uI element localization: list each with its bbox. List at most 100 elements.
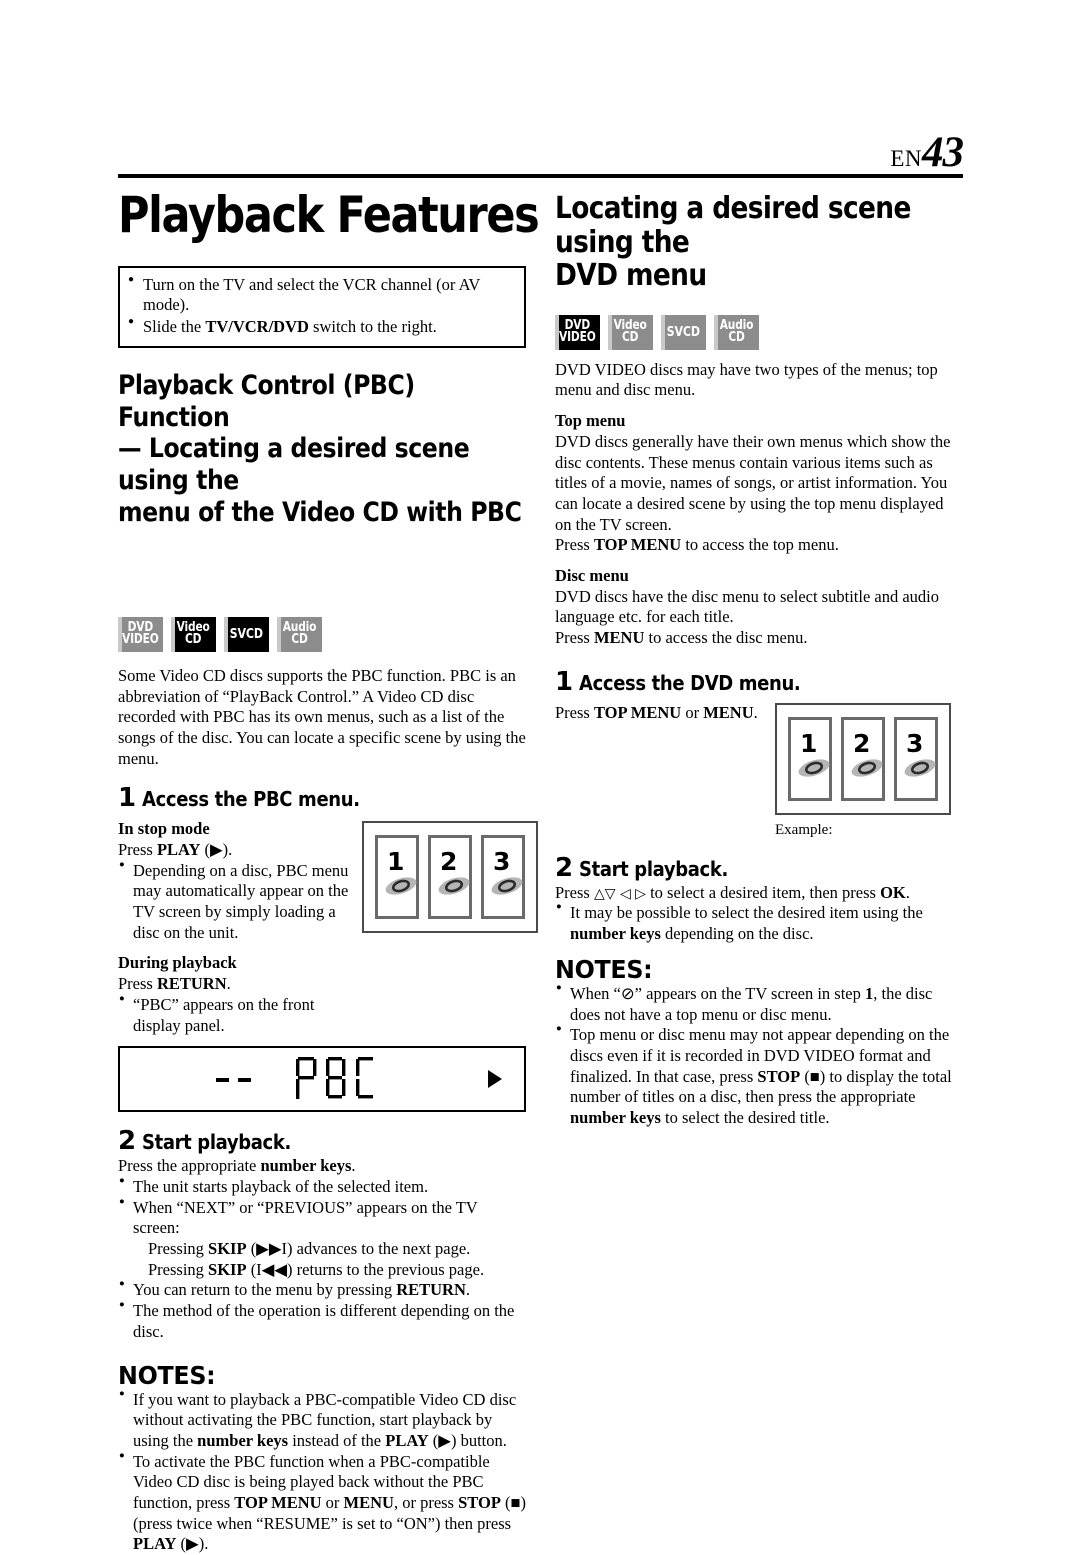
number-keys-label: number keys: [570, 1108, 661, 1128]
left-step-1-title: Access the PBC menu.: [142, 787, 360, 812]
tv-menu-item-2: 2: [841, 716, 885, 801]
left-column: Playback Features Turn on the TV and sel…: [118, 186, 540, 1555]
number-keys-label: number keys: [260, 1156, 352, 1176]
disc-icon: [438, 877, 470, 896]
list-item: When “⊘” appears on the TV screen in ste…: [555, 983, 963, 1025]
skip-prev-line: Pressing SKIP (I◀◀) returns to the previ…: [148, 1259, 485, 1279]
disc-compatibility-badges-right: DVD VIDEO Video CD SVCD Audio CD: [555, 314, 963, 350]
list-item: “PBC” appears on the front display panel…: [118, 994, 350, 1036]
tv-menu-item-2: 2: [428, 835, 472, 920]
disc-icon: [491, 877, 523, 896]
play-button-label: PLAY: [156, 839, 201, 859]
left-step-1-number: 1: [118, 783, 136, 814]
section-heading-line3: menu of the Video CD with PBC: [118, 497, 522, 529]
list-item: To activate the PBC function when a PBC-…: [118, 1451, 526, 1555]
example-label: Example:: [775, 821, 833, 838]
left-notes-heading: NOTES:: [118, 1360, 216, 1390]
page-number: 43: [922, 129, 964, 176]
left-step-2: 2 Start playback.: [118, 1126, 526, 1156]
return-button-label: RETURN: [396, 1280, 466, 1300]
step-reference: 1: [865, 983, 874, 1003]
disc-icon: [798, 759, 830, 777]
tv-menu-item-3: 3: [894, 716, 938, 801]
badge-video-cd: Video CD: [171, 616, 216, 652]
list-item: When “NEXT” or “PREVIOUS” appears on the…: [118, 1197, 526, 1281]
disc-menu-press: Press MENU to access the disc menu.: [555, 628, 808, 648]
in-stop-mode-heading: In stop mode: [118, 819, 210, 839]
lcd-dash-icon: [216, 1078, 229, 1083]
tv-item-number: 1: [387, 847, 405, 877]
menu-button-label: MENU: [703, 702, 754, 722]
top-menu-press: Press TOP MENU to access the top menu.: [555, 535, 839, 555]
list-item: Depending on a disc, PBC menu may automa…: [118, 860, 350, 944]
right-step-1-number: 1: [555, 666, 573, 697]
play-indicator-icon: [488, 1070, 502, 1089]
right-step-2-number: 2: [555, 852, 573, 883]
during-playback-notes: “PBC” appears on the front display panel…: [118, 994, 350, 1036]
tv-item-number: 3: [493, 847, 511, 877]
badge-dvd-video: DVD VIDEO: [555, 314, 600, 350]
top-menu-heading: Top menu: [555, 411, 626, 431]
section-heading: Playback Control (PBC) Function — Locati…: [118, 370, 527, 529]
header-rule: [118, 174, 963, 178]
tv-menu-item-1: 1: [375, 835, 419, 920]
prep-bullet-2: Slide the TV/VCR/DVD switch to the right…: [128, 316, 514, 338]
number-keys-label: number keys: [570, 924, 661, 944]
tv-menu-item-3: 3: [481, 835, 525, 920]
return-button-label: RETURN: [156, 974, 227, 994]
list-item: Top menu or disc menu may not appear dep…: [555, 1024, 963, 1129]
during-playback-heading: During playback: [118, 953, 237, 973]
section-heading-line2: — Locating a desired scene using the: [118, 433, 470, 497]
left-step-1: 1 Access the PBC menu.: [118, 783, 526, 813]
tv-menu-item-1: 1: [788, 716, 832, 801]
tv-item-number: 3: [906, 728, 924, 758]
left-notes-list: If you want to playback a PBC-compatible…: [118, 1389, 526, 1555]
disc-icon: [851, 759, 883, 777]
lcd-pbc-text: [296, 1057, 373, 1100]
manual-page: EN43 Playback Features Turn on the TV an…: [118, 0, 964, 1553]
language-code: EN: [890, 146, 922, 171]
left-step-2-press: Press the appropriate number keys.: [118, 1156, 356, 1176]
during-playback-press: Press RETURN.: [118, 974, 231, 994]
tv-item-number: 2: [440, 847, 458, 877]
right-notes-list: When “⊘” appears on the TV screen in ste…: [555, 983, 963, 1129]
badge-audio-cd: Audio CD: [714, 314, 759, 350]
right-notes-heading: NOTES:: [555, 954, 653, 984]
right-column: Locating a desired scene using the DVD m…: [555, 186, 963, 1129]
tv-vcr-dvd-switch-label: TV/VCR/DVD: [205, 317, 309, 337]
right-step-1-title: Access the DVD menu.: [579, 670, 801, 695]
number-keys-label: number keys: [197, 1430, 289, 1450]
left-step-2-number: 2: [118, 1126, 136, 1157]
top-menu-button-label: TOP MENU: [593, 535, 682, 555]
in-stop-mode-press: Press PLAY (▶).: [118, 839, 233, 859]
top-menu-body: DVD discs generally have their own menus…: [555, 431, 951, 534]
tv-item-number: 1: [800, 728, 818, 758]
right-step-2-press: Press △▽ ◁ ▷ to select a desired item, t…: [555, 882, 910, 902]
tv-screen-illustration-left: 1 2 3: [362, 821, 538, 934]
disc-icon: [385, 877, 417, 896]
menu-button-label: MENU: [593, 628, 645, 648]
badge-audio-cd: Audio CD: [277, 616, 322, 652]
left-step-2-bullets: The unit starts playback of the selected…: [118, 1176, 526, 1343]
prep-b2-pre: Slide the: [143, 317, 206, 337]
pbc-intro-paragraph: Some Video CD discs supports the PBC fun…: [118, 665, 526, 768]
badge-svcd: SVCD: [661, 314, 706, 350]
list-item: The method of the operation is different…: [118, 1300, 526, 1342]
right-title-line1: Locating a desired scene using the: [555, 191, 911, 260]
badge-svcd: SVCD: [224, 616, 269, 652]
play-button-label: PLAY: [385, 1430, 429, 1450]
right-step-2-title: Start playback.: [579, 856, 728, 881]
right-title-line2: DVD menu: [555, 258, 707, 294]
prep-bullet-1: Turn on the TV and select the VCR channe…: [128, 274, 514, 317]
list-item: It may be possible to select the desired…: [555, 902, 963, 944]
disc-menu-heading: Disc menu: [555, 566, 629, 586]
list-item: You can return to the menu by pressing R…: [118, 1279, 526, 1301]
skip-button-label: SKIP: [208, 1259, 247, 1279]
prep-b2-post: switch to the right.: [308, 317, 437, 337]
preparation-box: Turn on the TV and select the VCR channe…: [118, 265, 526, 348]
badge-dvd-video: DVD VIDEO: [118, 616, 163, 652]
lcd-dash-icon: [238, 1078, 251, 1083]
tv-item-number: 2: [853, 728, 871, 758]
skip-lead: When “NEXT” or “PREVIOUS” appears on the…: [133, 1197, 478, 1238]
stop-button-label: STOP: [458, 1493, 501, 1513]
